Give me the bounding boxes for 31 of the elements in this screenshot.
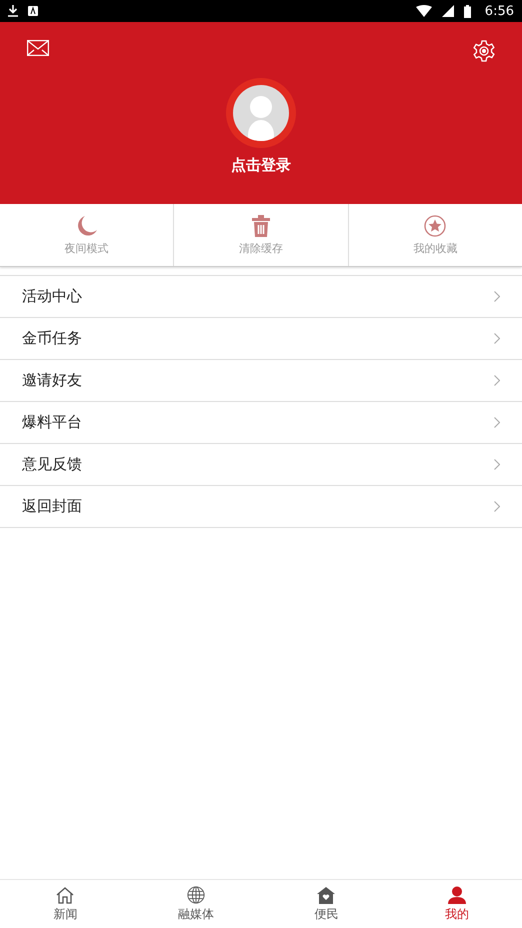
person-icon [446,886,467,904]
menu-item[interactable]: 金币任务 [0,318,522,360]
chevron-right-icon [494,291,500,302]
chevron-right-icon [494,417,500,428]
notification-icon [28,6,38,16]
wifi-icon [416,5,432,17]
chevron-right-icon [494,501,500,512]
menu-item[interactable]: 返回封面 [0,486,522,528]
nav-tab[interactable]: 便民 [261,880,392,928]
chevron-right-icon [494,459,500,470]
nav-tab[interactable]: 融媒体 [130,880,261,928]
house-heart-icon [316,886,336,904]
globe-icon [186,886,206,904]
menu-item[interactable]: 邀请好友 [0,360,522,402]
chevron-right-icon [494,375,500,386]
home-icon [55,886,76,904]
login-link[interactable]: 点击登录 [231,156,291,175]
menu-item[interactable]: 意见反馈 [0,444,522,486]
signal-icon [442,5,454,17]
moon-icon [76,214,98,236]
battery-icon [464,4,471,18]
menu-item[interactable]: 爆料平台 [0,402,522,444]
download-icon [8,5,18,17]
settings-icon[interactable] [473,40,495,62]
nav-tab[interactable]: 我的 [392,880,522,928]
status-time: 6:56 [484,4,514,18]
chevron-right-icon [494,333,500,344]
trash-icon [250,214,271,236]
mail-icon[interactable] [27,40,49,56]
menu-item[interactable]: 活动中心 [0,276,522,318]
nav-tab[interactable]: 新闻 [0,880,130,928]
